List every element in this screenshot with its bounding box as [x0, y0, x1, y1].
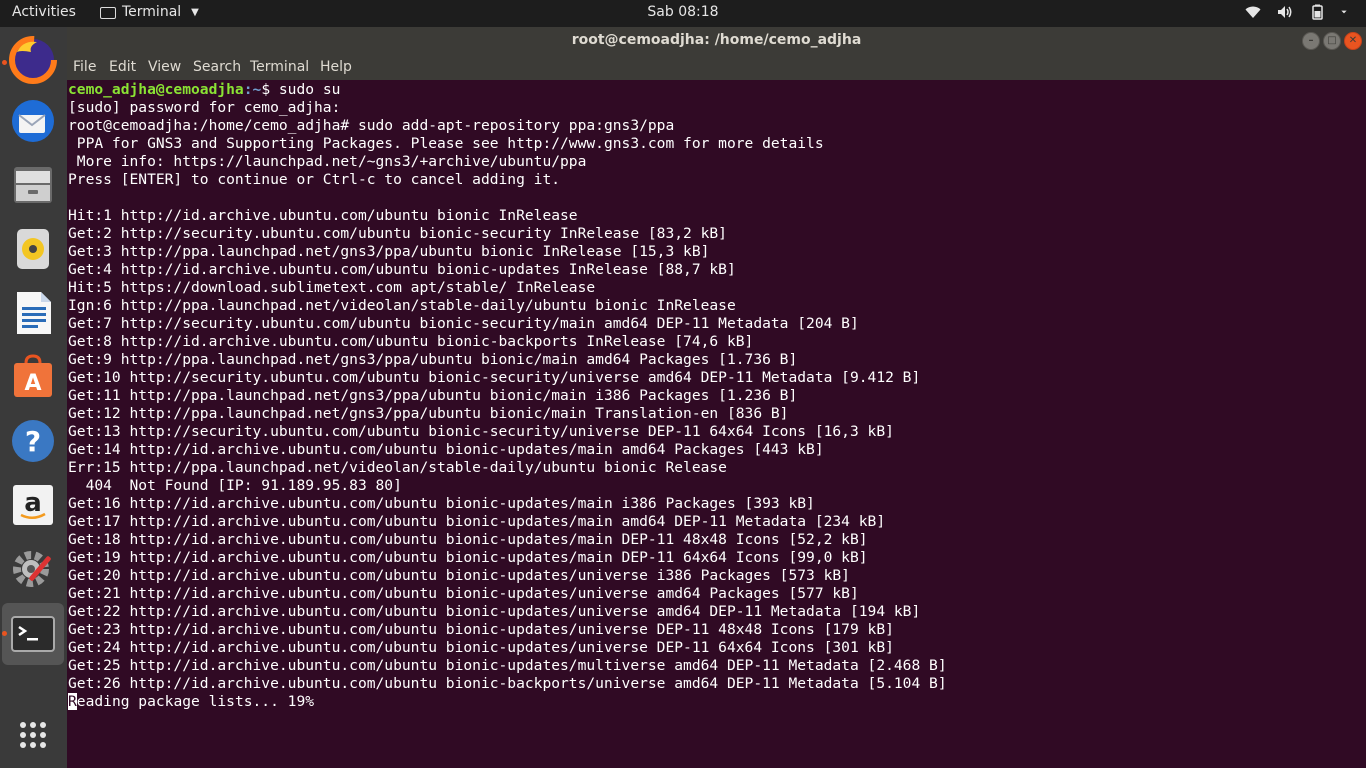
svg-text:A: A — [24, 371, 41, 396]
menu-help[interactable]: Help — [320, 59, 352, 75]
progress-text: eading package lists... 19% — [76, 693, 315, 710]
terminal-line: Get:9 http://ppa.launchpad.net/gns3/ppa/… — [68, 351, 798, 368]
terminal-line: Get:25 http://id.archive.ubuntu.com/ubun… — [68, 657, 947, 674]
terminal-line: Get:12 http://ppa.launchpad.net/gns3/ppa… — [68, 405, 789, 422]
help-icon[interactable]: ? — [9, 417, 57, 465]
terminal-line: Get:4 http://id.archive.ubuntu.com/ubunt… — [68, 261, 736, 278]
close-button[interactable]: ✕ — [1344, 32, 1362, 50]
app-menu-label: Terminal — [122, 4, 182, 20]
terminal-line: Get:14 http://id.archive.ubuntu.com/ubun… — [68, 441, 824, 458]
terminal-line: Get:3 http://ppa.launchpad.net/gns3/ppa/… — [68, 243, 710, 260]
minimize-button[interactable]: – — [1302, 32, 1320, 50]
volume-icon[interactable] — [1276, 3, 1294, 21]
terminal-icon — [100, 7, 116, 19]
terminal-line: Get:17 http://id.archive.ubuntu.com/ubun… — [68, 513, 886, 530]
ubuntu-software-icon[interactable]: A — [9, 353, 57, 401]
svg-text:?: ? — [25, 425, 41, 458]
terminal-line: Get:22 http://id.archive.ubuntu.com/ubun… — [68, 603, 921, 620]
running-indicator — [2, 60, 7, 65]
terminal-line: Get:10 http://security.ubuntu.com/ubuntu… — [68, 369, 921, 386]
dock: A ? a — [0, 27, 67, 768]
terminal-line: Get:20 http://id.archive.ubuntu.com/ubun… — [68, 567, 850, 584]
show-applications-icon[interactable] — [9, 711, 57, 759]
terminal-line: Err:15 http://ppa.launchpad.net/videolan… — [68, 459, 727, 476]
terminal-line: Get:26 http://id.archive.ubuntu.com/ubun… — [68, 675, 947, 692]
battery-icon[interactable] — [1308, 3, 1326, 21]
menu-edit[interactable]: Edit — [109, 59, 136, 75]
terminal-line: Ign:6 http://ppa.launchpad.net/videolan/… — [68, 297, 736, 314]
terminal-line: Get:2 http://security.ubuntu.com/ubuntu … — [68, 225, 727, 242]
settings-icon[interactable] — [9, 545, 57, 593]
firefox-icon[interactable] — [9, 36, 57, 84]
terminal-app-icon[interactable] — [9, 610, 57, 658]
terminal-line: More info: https://launchpad.net/~gns3/+… — [68, 153, 587, 170]
prompt-path: :~ — [243, 81, 262, 98]
terminal-line: Get:16 http://id.archive.ubuntu.com/ubun… — [68, 495, 815, 512]
text-cursor: R — [68, 693, 77, 710]
terminal-line: Hit:5 https://download.sublimetext.com a… — [68, 279, 596, 296]
terminal-line: Press [ENTER] to continue or Ctrl-c to c… — [68, 171, 561, 188]
amazon-icon[interactable]: a — [9, 481, 57, 529]
terminal-line: root@cemoadjha:/home/cemo_adjha# sudo ad… — [68, 117, 675, 134]
terminal-line: Get:19 http://id.archive.ubuntu.com/ubun… — [68, 549, 868, 566]
menubar: File Edit View Search Terminal Help — [67, 55, 1366, 80]
terminal-line: Get:24 http://id.archive.ubuntu.com/ubun… — [68, 639, 894, 656]
rhythmbox-icon[interactable] — [9, 225, 57, 273]
terminal-line: cemo_adjha@cemoadjha:~$ sudo su — [68, 81, 1366, 99]
power-menu-icon[interactable] — [1340, 3, 1352, 21]
window-title: root@cemoadjha: /home/cemo_adjha — [571, 32, 862, 48]
menu-search[interactable]: Search — [193, 59, 241, 75]
terminal-line: Get:11 http://ppa.launchpad.net/gns3/ppa… — [68, 387, 798, 404]
menu-view[interactable]: View — [148, 59, 181, 75]
terminal-line: 404 Not Found [IP: 91.189.95.83 80] — [68, 477, 402, 494]
maximize-button[interactable]: □ — [1323, 32, 1341, 50]
running-indicator — [2, 631, 7, 636]
prompt-user: cemo_adjha@cemoadjha — [68, 81, 244, 98]
wifi-icon[interactable] — [1244, 3, 1262, 21]
files-icon[interactable] — [9, 161, 57, 209]
terminal-line: Get:23 http://id.archive.ubuntu.com/ubun… — [68, 621, 894, 638]
app-menu[interactable]: Terminal ▼ — [100, 4, 199, 20]
top-panel: Activities Terminal ▼ Sab 08:18 — [0, 0, 1366, 27]
clock[interactable]: Sab 08:18 — [647, 4, 718, 20]
svg-text:a: a — [24, 488, 42, 518]
terminal-lines: [sudo] password for cemo_adjha: root@cemo… — [68, 99, 1366, 693]
menu-terminal[interactable]: Terminal — [250, 59, 309, 75]
menu-file[interactable]: File — [73, 59, 96, 75]
terminal-line: PPA for GNS3 and Supporting Packages. Pl… — [68, 135, 824, 152]
terminal-line: Get:13 http://security.ubuntu.com/ubuntu… — [68, 423, 894, 440]
terminal-line: Get:8 http://id.archive.ubuntu.com/ubunt… — [68, 333, 754, 350]
terminal-line: Get:7 http://security.ubuntu.com/ubuntu … — [68, 315, 859, 332]
terminal-line: Get:18 http://id.archive.ubuntu.com/ubun… — [68, 531, 868, 548]
terminal-line: [sudo] password for cemo_adjha: — [68, 99, 341, 116]
terminal-current-line: Reading package lists... 19% — [68, 693, 1366, 711]
chevron-down-icon: ▼ — [191, 6, 199, 18]
terminal-line: Get:21 http://id.archive.ubuntu.com/ubun… — [68, 585, 859, 602]
activities-button[interactable]: Activities — [12, 4, 76, 20]
thunderbird-icon[interactable] — [9, 97, 57, 145]
libreoffice-writer-icon[interactable] — [9, 289, 57, 337]
terminal-line: Hit:1 http://id.archive.ubuntu.com/ubunt… — [68, 207, 578, 224]
scrollbar[interactable] — [1360, 80, 1366, 768]
window-titlebar[interactable]: root@cemoadjha: /home/cemo_adjha – □ ✕ — [67, 27, 1366, 55]
command-text: $ sudo su — [261, 81, 341, 98]
system-tray[interactable] — [1244, 3, 1352, 21]
terminal-output[interactable]: cemo_adjha@cemoadjha:~$ sudo su [sudo] p… — [67, 80, 1366, 768]
